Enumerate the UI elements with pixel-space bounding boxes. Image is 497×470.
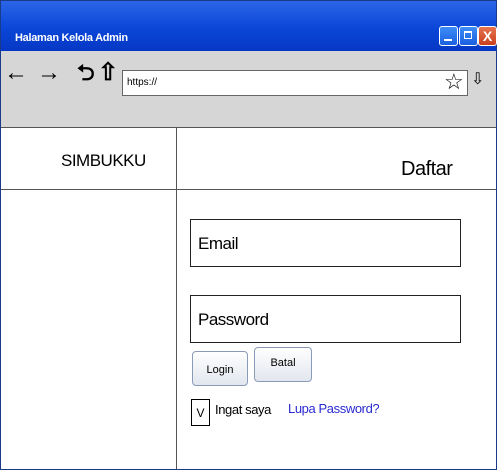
minimize-button[interactable]: [439, 26, 458, 46]
maximize-button[interactable]: [459, 26, 478, 46]
browser-window: Halaman Kelola Admin X ← → ⮌ ⇧ https:// …: [0, 0, 497, 470]
close-icon: X: [482, 28, 493, 44]
password-field[interactable]: Password: [190, 295, 461, 343]
window-title: Halaman Kelola Admin: [15, 32, 128, 44]
remember-me-checkbox[interactable]: V: [191, 399, 210, 426]
forgot-password-link[interactable]: Lupa Password?: [288, 401, 380, 416]
email-field[interactable]: Email: [190, 219, 461, 267]
forward-arrow-icon[interactable]: →: [37, 61, 61, 85]
title-bar: Halaman Kelola Admin: [1, 1, 496, 51]
brand-name: SIMBUKKU: [61, 151, 146, 170]
home-icon[interactable]: ⇧: [98, 61, 118, 85]
address-bar[interactable]: https://: [122, 70, 468, 96]
page-title: Daftar: [401, 158, 453, 180]
login-button[interactable]: Login: [192, 351, 248, 386]
download-icon[interactable]: ⇩: [471, 69, 484, 91]
close-button[interactable]: X: [478, 26, 497, 46]
back-arrow-icon[interactable]: ←: [4, 61, 28, 85]
remember-me-label: Ingat saya: [215, 402, 271, 417]
refresh-icon[interactable]: ⮌: [77, 61, 95, 85]
cancel-button[interactable]: Batal: [254, 347, 312, 382]
sidebar: [1, 190, 177, 469]
password-label: Password: [198, 310, 269, 329]
email-label: Email: [198, 234, 239, 253]
bookmark-star-icon[interactable]: ☆: [444, 69, 464, 95]
address-text: https://: [127, 77, 158, 88]
